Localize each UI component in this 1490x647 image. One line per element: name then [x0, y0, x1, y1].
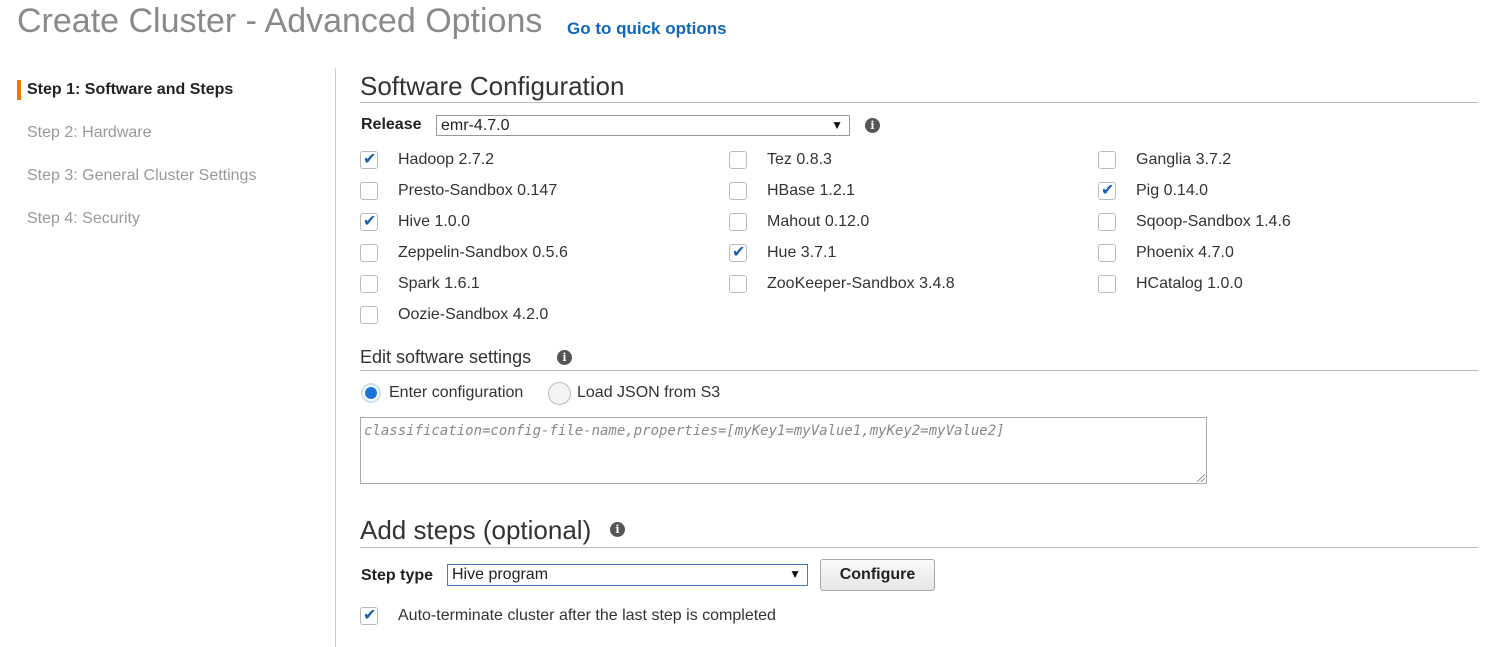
app-checkbox[interactable]: ✔: [729, 182, 747, 200]
app-label: Hadoop 2.7.2: [398, 151, 495, 168]
app-checkbox[interactable]: ✔: [729, 213, 747, 231]
enter-configuration-radio[interactable]: [361, 383, 381, 403]
nav-step-2[interactable]: Step 2: Hardware: [27, 124, 152, 142]
step-type-label: Step type: [361, 567, 434, 584]
app-checkbox[interactable]: ✔: [360, 213, 378, 231]
app-label: Hue 3.7.1: [767, 244, 837, 261]
active-step-indicator: [17, 80, 21, 100]
app-checkbox[interactable]: ✔: [360, 182, 378, 200]
app-label: Presto-Sandbox 0.147: [398, 182, 558, 199]
app-checkbox[interactable]: ✔: [1098, 182, 1116, 200]
app-label: Zeppelin-Sandbox 0.5.6: [398, 244, 568, 261]
software-config-divider: [360, 102, 1478, 103]
app-checkbox[interactable]: ✔: [1098, 275, 1116, 293]
release-select[interactable]: emr-4.7.0 ▼: [436, 115, 850, 136]
app-checkbox[interactable]: ✔: [1098, 213, 1116, 231]
load-json-radio[interactable]: [548, 382, 571, 405]
nav-step-1[interactable]: Step 1: Software and Steps: [27, 81, 233, 99]
chevron-down-icon: ▼: [789, 567, 801, 581]
release-label: Release: [361, 116, 422, 133]
check-icon: ✔: [363, 607, 377, 624]
app-checkbox[interactable]: ✔: [360, 306, 378, 324]
auto-terminate-label: Auto-terminate cluster after the last st…: [398, 607, 776, 624]
step-type-select[interactable]: Hive program ▼: [447, 564, 808, 586]
edit-settings-info-icon[interactable]: i: [557, 350, 572, 365]
enter-configuration-label: Enter configuration: [389, 384, 524, 401]
add-steps-info-icon[interactable]: i: [610, 522, 625, 537]
configuration-placeholder: classification=config-file-name,properti…: [364, 423, 1005, 439]
resize-handle-icon[interactable]: [1197, 474, 1205, 482]
app-checkbox[interactable]: ✔: [360, 151, 378, 169]
app-label: Oozie-Sandbox 4.2.0: [398, 306, 549, 323]
load-json-label: Load JSON from S3: [577, 384, 721, 401]
check-icon: ✔: [363, 213, 377, 230]
app-label: ZooKeeper-Sandbox 3.4.8: [767, 275, 955, 292]
app-label: HCatalog 1.0.0: [1136, 275, 1243, 292]
chevron-down-icon: ▼: [831, 118, 843, 132]
configuration-textarea[interactable]: classification=config-file-name,properti…: [360, 417, 1207, 484]
app-checkbox[interactable]: ✔: [360, 244, 378, 262]
app-checkbox[interactable]: ✔: [729, 151, 747, 169]
app-label: Spark 1.6.1: [398, 275, 480, 292]
app-label: Hive 1.0.0: [398, 213, 471, 230]
step-type-value: Hive program: [452, 566, 549, 583]
go-to-quick-options-link[interactable]: Go to quick options: [567, 19, 727, 39]
app-checkbox[interactable]: ✔: [1098, 151, 1116, 169]
add-steps-title: Add steps (optional): [360, 515, 592, 545]
app-label: Mahout 0.12.0: [767, 213, 870, 230]
app-label: Sqoop-Sandbox 1.4.6: [1136, 213, 1291, 230]
app-label: Ganglia 3.7.2: [1136, 151, 1232, 168]
app-label: Pig 0.14.0: [1136, 182, 1209, 199]
auto-terminate-checkbox[interactable]: ✔: [360, 607, 378, 625]
add-steps-divider: [360, 547, 1478, 548]
edit-settings-divider: [360, 370, 1478, 371]
release-select-value: emr-4.7.0: [441, 117, 510, 134]
app-label: HBase 1.2.1: [767, 182, 856, 199]
page-title: Create Cluster - Advanced Options: [17, 2, 543, 40]
edit-settings-title: Edit software settings: [360, 347, 532, 367]
release-info-icon[interactable]: i: [865, 118, 880, 133]
nav-step-3[interactable]: Step 3: General Cluster Settings: [27, 167, 256, 185]
app-checkbox[interactable]: ✔: [360, 275, 378, 293]
software-config-title: Software Configuration: [360, 71, 625, 101]
check-icon: ✔: [732, 244, 746, 261]
app-checkbox[interactable]: ✔: [729, 275, 747, 293]
check-icon: ✔: [1101, 182, 1115, 199]
nav-step-4[interactable]: Step 4: Security: [27, 210, 140, 228]
configure-button[interactable]: Configure: [820, 559, 935, 591]
nav-divider: [335, 68, 336, 647]
app-checkbox[interactable]: ✔: [1098, 244, 1116, 262]
check-icon: ✔: [363, 151, 377, 168]
app-label: Phoenix 4.7.0: [1136, 244, 1234, 261]
app-label: Tez 0.8.3: [767, 151, 832, 168]
app-checkbox[interactable]: ✔: [729, 244, 747, 262]
